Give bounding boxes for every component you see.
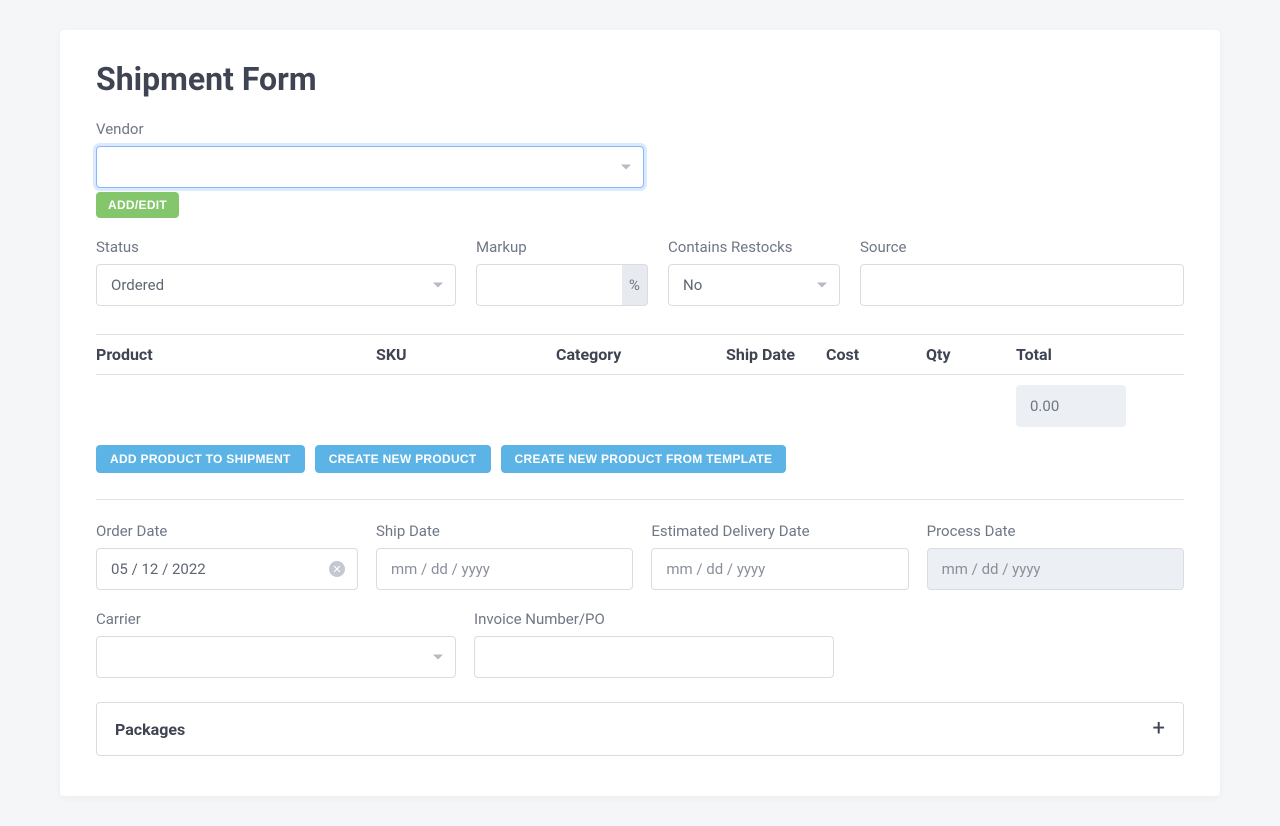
order-date-input[interactable]: 05 / 12 / 2022 ✕ bbox=[96, 548, 358, 590]
process-date-label: Process Date bbox=[927, 522, 1184, 540]
source-label: Source bbox=[860, 238, 1184, 256]
ship-date-placeholder: mm / dd / yyyy bbox=[391, 560, 490, 578]
th-category: Category bbox=[556, 345, 726, 364]
th-sku: SKU bbox=[376, 345, 556, 364]
carrier-select[interactable] bbox=[96, 636, 456, 678]
th-qty: Qty bbox=[926, 345, 1016, 364]
chevron-down-icon bbox=[433, 655, 443, 660]
delivery-date-placeholder: mm / dd / yyyy bbox=[666, 560, 765, 578]
delivery-date-label: Estimated Delivery Date bbox=[651, 522, 908, 540]
carrier-label: Carrier bbox=[96, 610, 456, 628]
products-table-header: Product SKU Category Ship Date Cost Qty … bbox=[96, 334, 1184, 375]
shipment-form-card: Shipment Form Vendor Add/Edit Status Ord… bbox=[60, 30, 1220, 796]
status-label: Status bbox=[96, 238, 456, 256]
add-product-button[interactable]: Add Product to Shipment bbox=[96, 445, 305, 473]
th-shipdate: Ship Date bbox=[726, 345, 826, 364]
th-total: Total bbox=[1016, 345, 1184, 364]
plus-icon: + bbox=[1153, 718, 1165, 740]
delivery-date-input[interactable]: mm / dd / yyyy bbox=[651, 548, 908, 590]
vendor-label: Vendor bbox=[96, 120, 1184, 138]
markup-label: Markup bbox=[476, 238, 648, 256]
dates-row: Order Date 05 / 12 / 2022 ✕ Ship Date mm… bbox=[96, 522, 1184, 590]
carrier-row: Carrier Invoice Number/PO bbox=[96, 610, 1184, 678]
vendor-add-edit-button[interactable]: Add/Edit bbox=[96, 192, 179, 218]
th-cost: Cost bbox=[826, 345, 926, 364]
order-date-value: 05 / 12 / 2022 bbox=[111, 560, 206, 578]
process-date-placeholder: mm / dd / yyyy bbox=[942, 560, 1041, 578]
process-date-input: mm / dd / yyyy bbox=[927, 548, 1184, 590]
create-product-button[interactable]: Create New Product bbox=[315, 445, 491, 473]
packages-accordion[interactable]: Packages + bbox=[96, 702, 1184, 756]
markup-input[interactable] bbox=[476, 264, 622, 306]
section-divider bbox=[96, 499, 1184, 500]
clear-date-icon[interactable]: ✕ bbox=[329, 561, 345, 577]
status-select-value: Ordered bbox=[111, 276, 164, 294]
th-product: Product bbox=[96, 345, 376, 364]
source-input[interactable] bbox=[860, 264, 1184, 306]
status-select[interactable]: Ordered bbox=[96, 264, 456, 306]
create-from-template-button[interactable]: Create New Product from Template bbox=[501, 445, 787, 473]
chevron-down-icon bbox=[433, 283, 443, 288]
chevron-down-icon bbox=[621, 165, 631, 170]
product-actions-row: Add Product to Shipment Create New Produ… bbox=[96, 445, 1184, 473]
products-total-row: 0.00 bbox=[96, 375, 1184, 445]
markup-suffix: % bbox=[622, 264, 648, 306]
restocks-label: Contains Restocks bbox=[668, 238, 840, 256]
page-title: Shipment Form bbox=[96, 60, 1184, 98]
vendor-select[interactable] bbox=[96, 146, 644, 188]
invoice-label: Invoice Number/PO bbox=[474, 610, 834, 628]
order-date-label: Order Date bbox=[96, 522, 358, 540]
status-row: Status Ordered Markup % Contains Restock… bbox=[96, 238, 1184, 306]
chevron-down-icon bbox=[817, 283, 827, 288]
packages-title: Packages bbox=[115, 720, 185, 739]
ship-date-input[interactable]: mm / dd / yyyy bbox=[376, 548, 633, 590]
invoice-input[interactable] bbox=[474, 636, 834, 678]
products-total-value: 0.00 bbox=[1016, 385, 1126, 427]
vendor-section: Vendor Add/Edit bbox=[96, 120, 1184, 218]
restocks-select-value: No bbox=[683, 276, 702, 294]
ship-date-label: Ship Date bbox=[376, 522, 633, 540]
restocks-select[interactable]: No bbox=[668, 264, 840, 306]
